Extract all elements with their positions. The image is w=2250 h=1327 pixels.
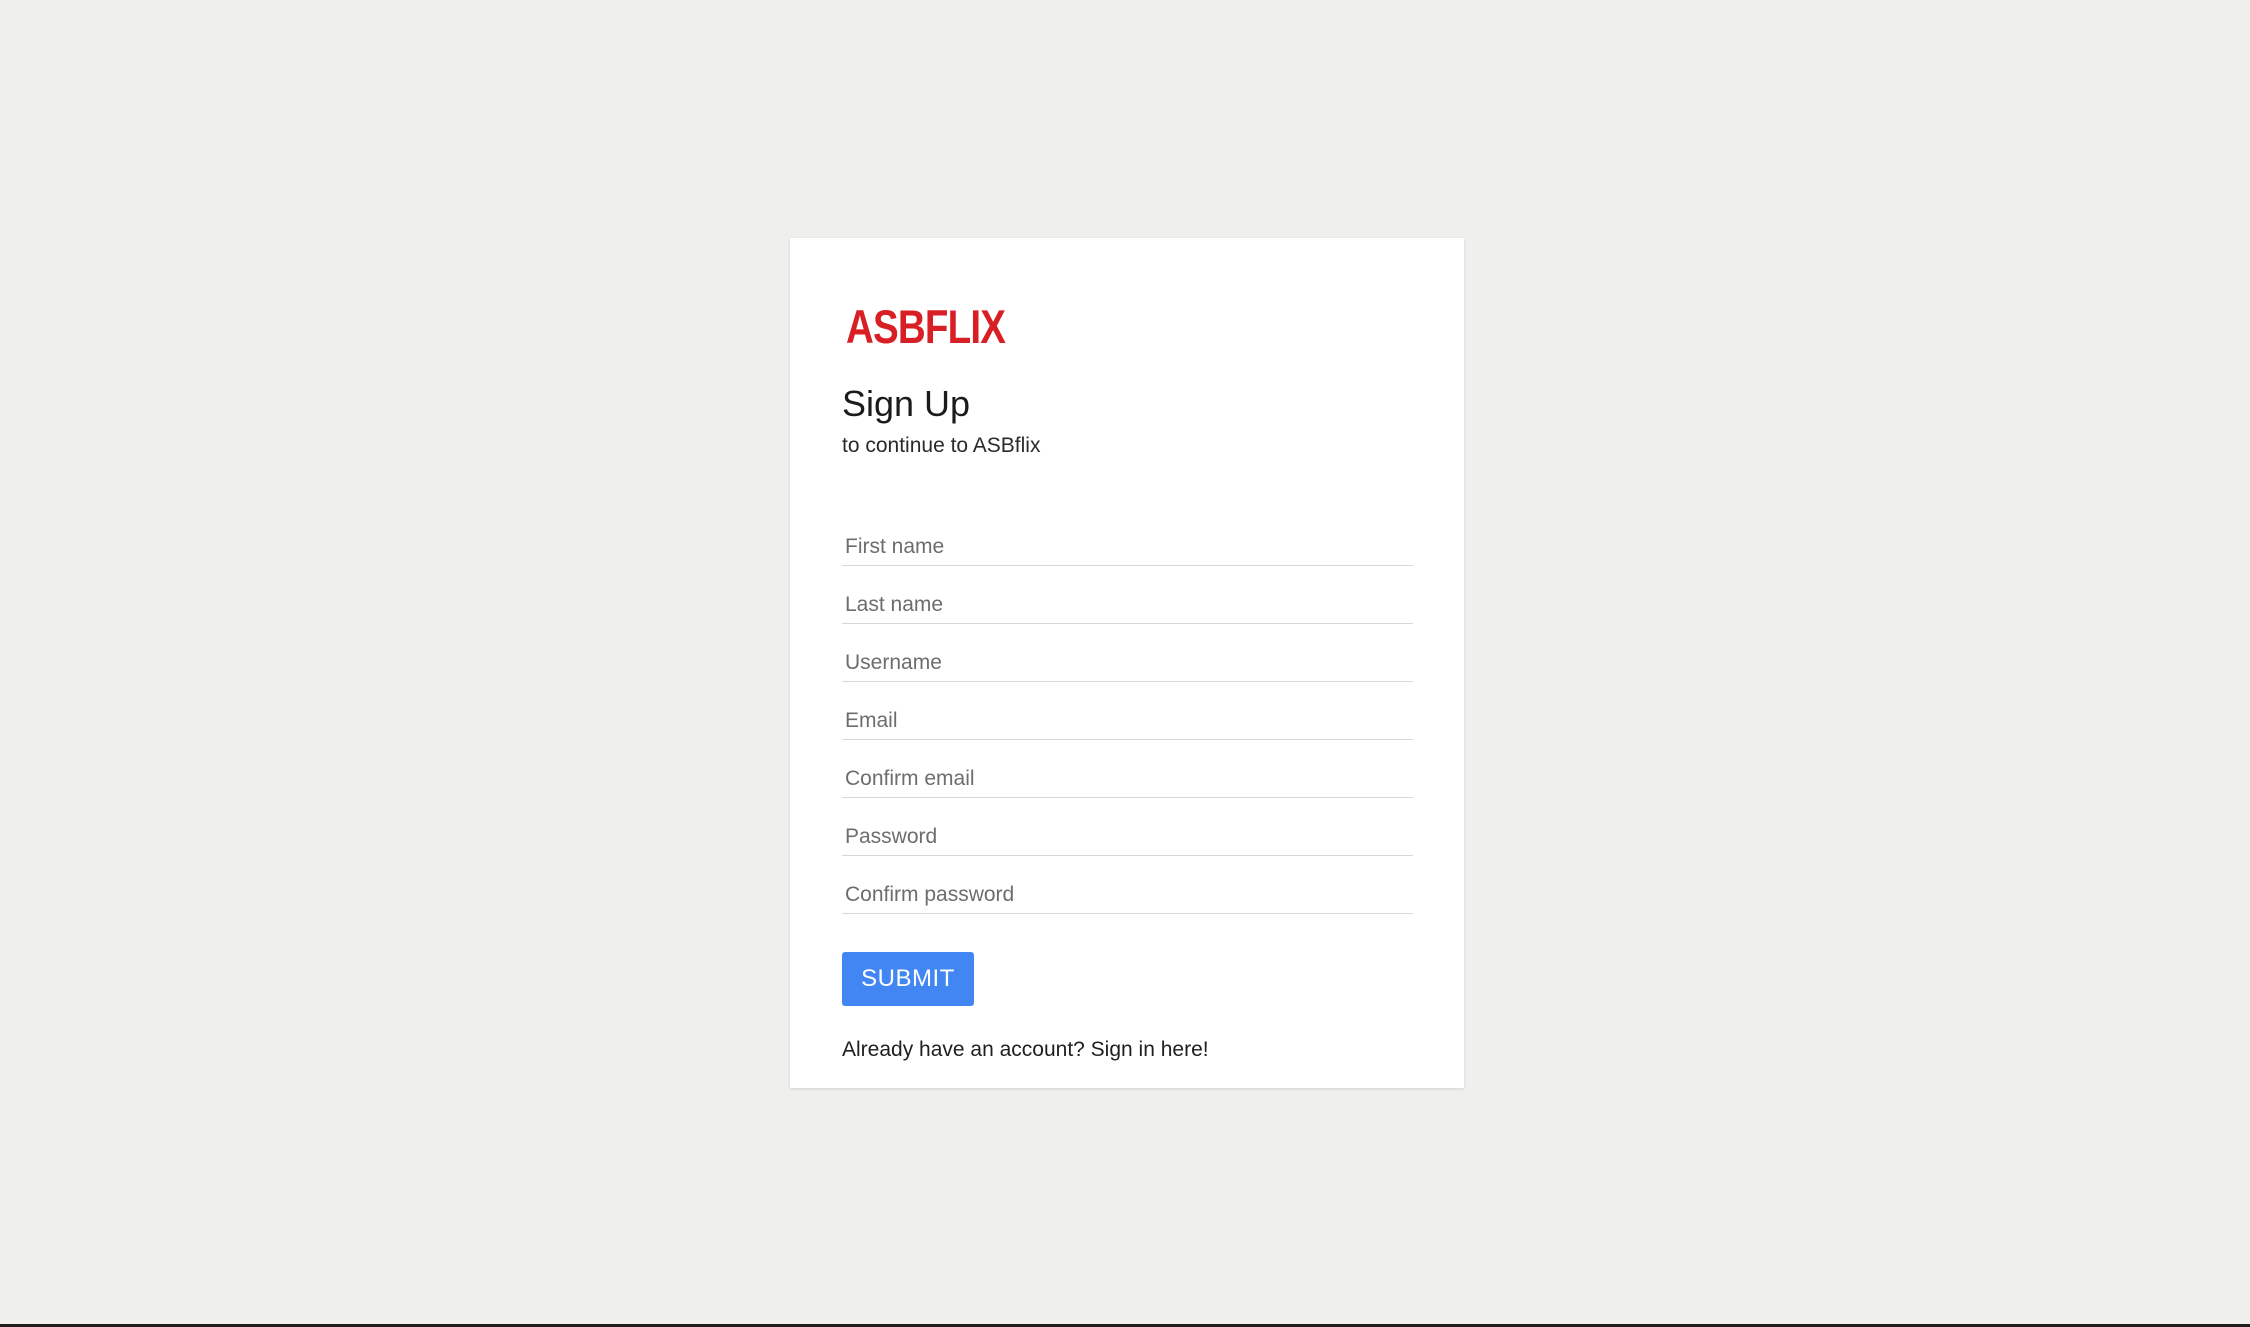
confirm-email-input[interactable] <box>842 761 1413 798</box>
email-field-wrapper <box>842 703 1413 762</box>
submit-button[interactable]: SUBMIT <box>842 951 974 1006</box>
signin-link[interactable]: Sign in here! <box>1091 1038 1209 1061</box>
brand-header: ASBFLIX <box>842 300 1412 352</box>
page-title: Sign Up <box>842 383 971 424</box>
first-name-input[interactable] <box>842 529 1413 566</box>
page-subtitle: to continue to ASBflix <box>842 433 1041 457</box>
password-input[interactable] <box>842 819 1413 856</box>
signup-card: ASBFLIX Sign Up to continue to ASBflix S… <box>790 238 1464 1088</box>
confirm-password-input[interactable] <box>842 877 1413 914</box>
first-name-field-wrapper <box>842 529 1413 588</box>
confirm-password-field-wrapper <box>842 877 1413 936</box>
signup-form: SUBMIT <box>842 529 1413 1006</box>
email-input[interactable] <box>842 703 1413 740</box>
confirm-email-field-wrapper <box>842 761 1413 820</box>
username-field-wrapper <box>842 645 1413 704</box>
signin-prompt-text: Already have an account? <box>842 1037 1091 1061</box>
last-name-field-wrapper <box>842 587 1413 646</box>
username-input[interactable] <box>842 645 1413 682</box>
last-name-input[interactable] <box>842 587 1413 624</box>
asbflix-logo[interactable]: ASBFLIX <box>846 303 1006 350</box>
signin-prompt: Already have an account? Sign in here! <box>842 1038 1412 1062</box>
password-field-wrapper <box>842 819 1413 878</box>
